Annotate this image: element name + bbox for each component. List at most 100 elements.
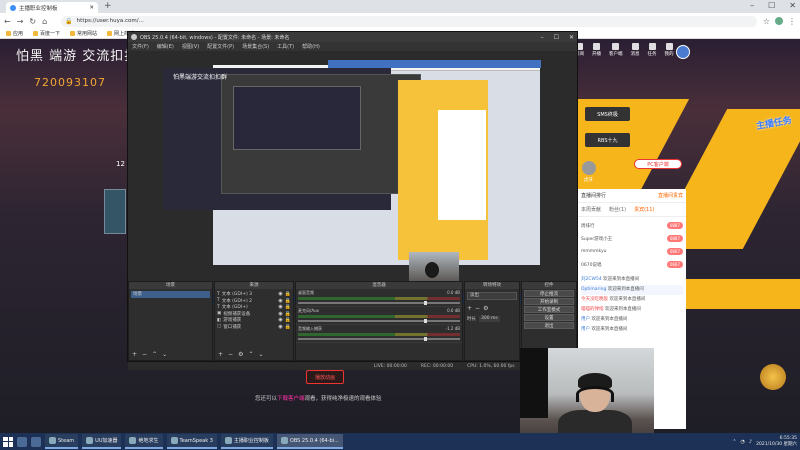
up-icon[interactable]: ⌃ xyxy=(248,351,253,358)
source-item[interactable]: T 文本 (GDI+) ◉ 🔒 xyxy=(217,304,291,311)
nav-client[interactable]: 客户端 xyxy=(609,43,623,57)
play-animation-button[interactable]: 播放动画 xyxy=(306,370,344,384)
down-icon[interactable]: ⌄ xyxy=(258,351,263,358)
bookmark-common[interactable]: 常用网站 xyxy=(70,30,97,37)
list-item[interactable]: 0670说唱 0667 xyxy=(581,258,683,271)
source-item[interactable]: T 文本 (GDI+) 3 ◉ 🔒 xyxy=(217,291,291,298)
list-item[interactable]: mmmmkyu 0667 xyxy=(581,245,683,258)
bookmark-apps[interactable]: 应用 xyxy=(6,30,23,37)
studio-mode-button[interactable]: 工作室模式 xyxy=(524,306,574,313)
download-client-link[interactable]: 下载客户端 xyxy=(277,396,305,402)
maximize-icon[interactable]: ☐ xyxy=(768,1,775,10)
visibility-icon[interactable]: ◉ xyxy=(278,317,282,323)
taskbar-app-teamspeak[interactable]: TeamSpeak 3 xyxy=(166,434,217,449)
tray-expand-icon[interactable]: ⌃ xyxy=(732,439,736,445)
lock-icon[interactable]: 🔒 xyxy=(285,291,291,297)
nav-mine[interactable]: 我的 xyxy=(665,43,674,57)
user-avatar[interactable] xyxy=(676,45,690,59)
lock-icon[interactable]: 🔒 xyxy=(285,317,291,323)
settings-button[interactable]: 设置 xyxy=(524,314,574,321)
visibility-icon[interactable]: ◉ xyxy=(278,324,282,330)
menu-file[interactable]: 文件(F) xyxy=(132,43,149,50)
taskbar-app-obs[interactable]: OBS 25.0.4 (64-bi... xyxy=(276,434,343,449)
visibility-icon[interactable]: ◉ xyxy=(278,291,282,297)
duration-input[interactable]: 300 ms xyxy=(479,316,500,322)
volume-slider[interactable] xyxy=(298,301,460,305)
stop-streaming-button[interactable]: 停止推流 xyxy=(524,290,574,297)
add-icon[interactable]: + xyxy=(218,351,223,358)
gear-icon[interactable]: ⚙ xyxy=(238,351,243,358)
back-icon[interactable]: ← xyxy=(4,17,11,26)
tab-weekly[interactable]: 本周贡献 xyxy=(581,206,601,213)
lock-icon[interactable]: 🔒 xyxy=(285,324,291,330)
obs-close-icon[interactable]: ✕ xyxy=(569,34,574,41)
obs-minimize-icon[interactable]: – xyxy=(541,34,544,41)
home-icon[interactable]: ⌂ xyxy=(42,17,47,26)
network-icon[interactable]: ◔ xyxy=(741,439,745,445)
remove-icon[interactable]: − xyxy=(475,305,480,312)
new-tab-icon[interactable]: + xyxy=(104,1,112,11)
task-view-icon[interactable] xyxy=(31,436,41,447)
volume-icon[interactable]: ♪ xyxy=(749,439,752,445)
taskbar-app-browser[interactable]: 主播职业控制板 xyxy=(220,434,273,449)
tab-close-icon[interactable]: ✕ xyxy=(89,5,94,11)
taskbar-app-uu[interactable]: UU加速器 xyxy=(82,434,122,449)
close-icon[interactable]: ✕ xyxy=(789,1,796,10)
minimize-icon[interactable]: – xyxy=(750,1,754,10)
star-icon[interactable]: ☆ xyxy=(763,17,770,26)
volume-slider[interactable] xyxy=(298,319,460,323)
down-icon[interactable]: ⌄ xyxy=(162,351,167,358)
start-button[interactable] xyxy=(3,436,13,447)
visibility-icon[interactable]: ◉ xyxy=(278,298,282,304)
reload-icon[interactable]: ↻ xyxy=(29,17,36,26)
clock[interactable]: 6:55:35 2021/10/30 星期六 xyxy=(756,436,797,448)
visibility-icon[interactable]: ◉ xyxy=(278,311,282,317)
add-icon[interactable]: + xyxy=(132,351,137,358)
rank-title[interactable]: 直播间排行 xyxy=(581,192,606,199)
forward-icon[interactable]: → xyxy=(17,17,24,26)
obs-maximize-icon[interactable]: ☐ xyxy=(554,34,559,41)
gear-icon[interactable]: ⚙ xyxy=(483,305,488,312)
menu-profile[interactable]: 配置文件(P) xyxy=(207,43,234,50)
scene-item[interactable]: 场景 xyxy=(131,291,210,298)
exit-button[interactable]: 退出 xyxy=(524,322,574,329)
address-bar[interactable]: 🔒 https://user.huya.com/... xyxy=(61,15,757,27)
source-item[interactable]: T 文本 (GDI+) 2 ◉ 🔒 xyxy=(217,298,291,305)
nav-messages[interactable]: 消息 xyxy=(631,43,640,57)
up-icon[interactable]: ⌃ xyxy=(152,351,157,358)
browser-tab[interactable]: 主播职业控制板 ✕ xyxy=(6,2,98,13)
remove-icon[interactable]: − xyxy=(142,351,147,358)
source-item[interactable]: ▣ 视频捕获设备 ◉ 🔒 xyxy=(217,311,291,318)
lock-icon[interactable]: 🔒 xyxy=(285,311,291,317)
menu-edit[interactable]: 编辑(E) xyxy=(157,43,174,50)
lock-icon[interactable]: 🔒 xyxy=(285,298,291,304)
add-icon[interactable]: + xyxy=(467,305,472,312)
anchor-avatar[interactable] xyxy=(582,161,596,175)
gift-rbs[interactable]: RBS十九 xyxy=(585,133,630,147)
tab-fans[interactable]: 粉丝(1) xyxy=(609,206,626,213)
transition-select[interactable]: 淡出 xyxy=(467,292,517,300)
pc-client-button[interactable]: PC客户端 xyxy=(634,159,682,169)
bookmark-baidu[interactable]: 百度一下 xyxy=(33,30,60,37)
taskbar-app-steam[interactable]: Steam xyxy=(45,434,79,449)
nav-broadcast[interactable]: 开播 xyxy=(592,43,601,57)
lock-icon[interactable]: 🔒 xyxy=(285,304,291,310)
search-icon[interactable] xyxy=(17,436,27,447)
tab-vip[interactable]: 贵宾(11) xyxy=(634,206,654,213)
visibility-icon[interactable]: ◉ xyxy=(278,304,282,310)
taskbar-app-pubg[interactable]: 绝地求生 xyxy=(125,434,163,449)
menu-help[interactable]: 帮助(H) xyxy=(302,43,320,50)
menu-icon[interactable]: ⋮ xyxy=(788,17,796,26)
list-item[interactable]: 周排行 0887 xyxy=(581,219,683,232)
obs-preview[interactable]: 怕黑端游交流扣扣群 xyxy=(163,60,541,304)
menu-scene-collection[interactable]: 场景集合(S) xyxy=(242,43,269,50)
side-thumbnail[interactable] xyxy=(104,189,126,234)
gift-sms[interactable]: SMS终极 xyxy=(585,107,630,121)
menu-view[interactable]: 视图(V) xyxy=(182,43,199,50)
profile-avatar[interactable] xyxy=(775,16,783,25)
list-item[interactable]: Super游戏小王 0887 xyxy=(581,232,683,245)
volume-slider[interactable] xyxy=(298,337,460,341)
menu-tools[interactable]: 工具(T) xyxy=(277,43,294,50)
remove-icon[interactable]: − xyxy=(228,351,233,358)
nav-tasks[interactable]: 任务 xyxy=(648,43,657,57)
